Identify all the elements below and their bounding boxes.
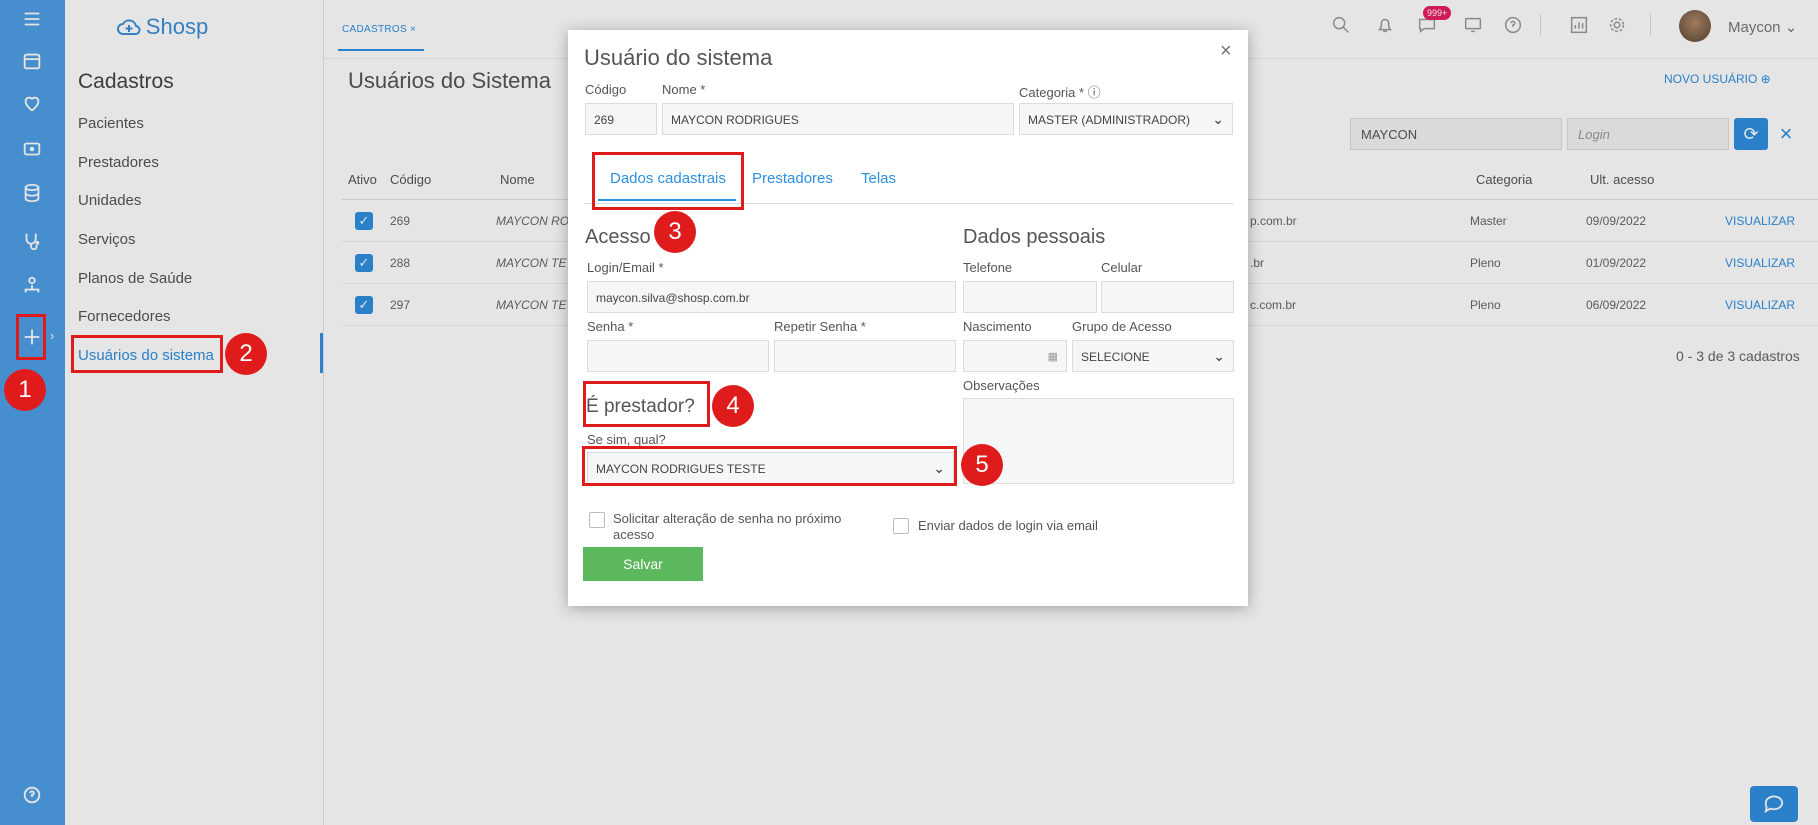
categoria-select[interactable]: MASTER (ADMINISTRADOR) ⌄ xyxy=(1019,103,1233,135)
codigo-field[interactable]: 269 xyxy=(585,103,657,135)
enviar-checkbox[interactable] xyxy=(893,518,909,534)
telefone-field[interactable] xyxy=(963,281,1097,313)
modal-close-button[interactable]: × xyxy=(1220,40,1232,63)
calendar-icon: ▦ xyxy=(1047,351,1058,363)
solicitar-label: Solicitar alteração de senha no próximo … xyxy=(613,511,842,542)
repetir-senha-field[interactable] xyxy=(774,340,956,372)
solicitar-checkbox[interactable] xyxy=(589,512,605,528)
repetir-senha-label: Repetir Senha * xyxy=(774,319,866,334)
nome-label: Nome * xyxy=(662,82,706,97)
annotation-number-5: 5 xyxy=(961,444,1003,486)
nascimento-field[interactable]: ▦ xyxy=(963,340,1067,372)
annotation-box-4 xyxy=(583,381,710,427)
dados-pessoais-title: Dados pessoais xyxy=(963,226,1106,248)
annotation-number-3: 3 xyxy=(654,211,696,253)
chevron-down-icon: ⌄ xyxy=(1212,111,1224,127)
observacoes-label: Observações xyxy=(963,378,1040,393)
senha-field[interactable] xyxy=(587,340,769,372)
nome-field[interactable]: MAYCON RODRIGUES xyxy=(662,103,1014,135)
senha-label: Senha * xyxy=(587,319,634,334)
grupo-acesso-value: SELECIONE xyxy=(1081,350,1150,364)
grupo-acesso-label: Grupo de Acesso xyxy=(1072,319,1172,334)
observacoes-textarea[interactable] xyxy=(963,398,1234,484)
codigo-label: Código xyxy=(585,82,627,97)
app-root: › Shosp Cadastros Pacientes Prestadores … xyxy=(0,0,1818,825)
nascimento-label: Nascimento xyxy=(963,319,1032,334)
login-label: Login/Email * xyxy=(587,260,664,275)
annotation-box-3 xyxy=(592,152,744,210)
categoria-value: MASTER (ADMINISTRADOR) xyxy=(1028,113,1190,127)
celular-field[interactable] xyxy=(1101,281,1234,313)
chevron-down-icon: ⌄ xyxy=(1213,348,1225,364)
annotation-number-2: 2 xyxy=(225,333,267,375)
enviar-label: Enviar dados de login via email xyxy=(918,518,1098,533)
grupo-acesso-select[interactable]: SELECIONE ⌄ xyxy=(1072,340,1234,372)
save-button[interactable]: Salvar xyxy=(583,547,703,581)
login-field[interactable]: maycon.silva@shosp.com.br xyxy=(587,281,956,313)
telefone-label: Telefone xyxy=(963,260,1013,275)
annotation-box-1 xyxy=(16,314,46,360)
annotation-box-2 xyxy=(71,335,223,373)
annotation-number-1: 1 xyxy=(4,369,46,411)
tab-prestadores[interactable]: Prestadores xyxy=(752,170,833,187)
se-sim-label: Se sim, qual? xyxy=(587,432,666,447)
modal-title: Usuário do sistema xyxy=(584,45,773,70)
celular-label: Celular xyxy=(1101,260,1143,275)
tab-telas[interactable]: Telas xyxy=(861,170,896,187)
acesso-section-title: Acesso xyxy=(585,226,651,248)
annotation-box-5 xyxy=(582,446,957,486)
annotation-number-4: 4 xyxy=(712,385,754,427)
categoria-label: Categoria * ⓘ xyxy=(1019,85,1101,100)
